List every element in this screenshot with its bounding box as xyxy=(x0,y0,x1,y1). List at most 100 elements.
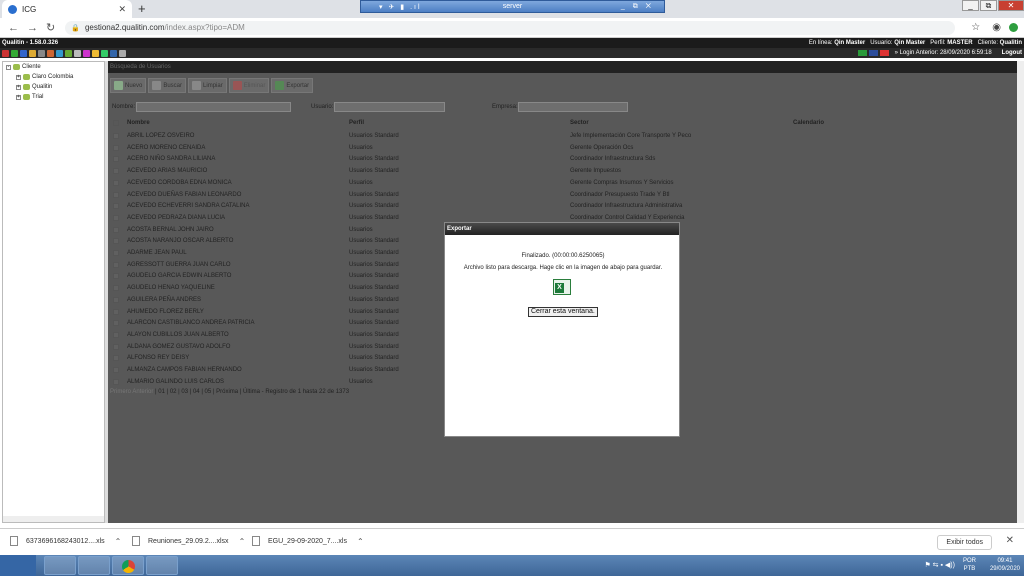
tray-icons[interactable]: ⚑ ⇆ ▪ ◀)) xyxy=(924,561,955,569)
menu-icon[interactable] xyxy=(92,49,99,57)
expand-icon[interactable]: + xyxy=(16,74,21,80)
collapse-icon[interactable]: - xyxy=(6,64,11,70)
row-checkbox[interactable] xyxy=(113,214,119,221)
chevron-up-icon[interactable]: ⌃ xyxy=(115,537,122,546)
row-checkbox[interactable] xyxy=(113,203,119,210)
back-icon[interactable]: ← xyxy=(8,22,19,34)
row-checkbox[interactable] xyxy=(113,273,119,280)
menu-icon[interactable] xyxy=(74,49,81,57)
profile-icon[interactable]: ◉ xyxy=(992,22,1001,33)
chevron-up-icon[interactable]: ⌃ xyxy=(239,537,246,546)
bookmark-star-icon[interactable]: ☆ xyxy=(971,22,980,33)
url-input[interactable]: 🔒 gestiona2.qualitin.com/index.aspx?tipo… xyxy=(65,20,956,35)
download-item[interactable]: Reuniones_29.09.2....xlsx ⌃ xyxy=(132,536,245,546)
table-row[interactable]: ABRIL LOPEZ OSVEIRO Usuarios Standard Jefe… xyxy=(110,131,1015,143)
row-checkbox[interactable] xyxy=(113,355,119,362)
clear-button[interactable]: Limpiar xyxy=(188,78,227,93)
menu-icon[interactable] xyxy=(101,49,108,57)
tab-close-icon[interactable]: ✕ xyxy=(118,4,126,15)
close-dialog-button[interactable]: Cerrar esta ventana. xyxy=(528,307,598,317)
powershell-taskbar-icon[interactable] xyxy=(44,556,76,575)
row-checkbox[interactable] xyxy=(113,168,119,175)
close-downloads-icon[interactable]: ✕ xyxy=(1006,535,1014,546)
nombre-input[interactable] xyxy=(136,102,291,112)
search-button[interactable]: Buscar xyxy=(148,78,187,93)
forward-icon[interactable]: → xyxy=(27,22,38,34)
usuario-input[interactable] xyxy=(334,102,445,112)
col-perfil[interactable]: Perfil xyxy=(349,120,364,126)
explorer-taskbar-icon[interactable] xyxy=(78,556,110,575)
show-all-downloads-button[interactable]: Exibir todos xyxy=(937,535,992,550)
row-checkbox[interactable] xyxy=(113,250,119,256)
tree-node-trial[interactable]: + Trial xyxy=(3,92,104,102)
pager-first[interactable]: Primero xyxy=(110,389,131,395)
tree-node-claro[interactable]: + Claro Colombia xyxy=(3,72,104,82)
table-row[interactable]: ACEVEDO ECHEVERRI SANDRA CATALINA Usuario… xyxy=(110,201,1015,213)
table-row[interactable]: ACERO MORENO CENAIDA Usuarios Gerente Oper… xyxy=(110,143,1015,155)
pager-info[interactable]: Próxima | Última - Registro de 1 hasta 2… xyxy=(216,389,349,395)
row-checkbox[interactable] xyxy=(113,308,119,315)
table-row[interactable]: ACEVEDO DUEÑAS FABIAN LEONARDO Usuarios S… xyxy=(110,190,1015,202)
language-indicator[interactable]: POR xyxy=(963,557,976,565)
delete-button[interactable]: Eliminar xyxy=(228,78,270,93)
menu-icon[interactable] xyxy=(110,49,117,57)
flag-uk-icon[interactable] xyxy=(868,50,878,56)
row-checkbox[interactable] xyxy=(113,179,119,186)
export-button[interactable]: Exportar xyxy=(271,78,314,93)
browser-tab[interactable]: ICG ✕ xyxy=(2,0,132,18)
window-taskbar-icon[interactable] xyxy=(146,556,178,575)
menu-icon[interactable] xyxy=(20,49,27,57)
reload-icon[interactable]: ↻ xyxy=(46,21,55,34)
row-checkbox[interactable] xyxy=(113,367,119,373)
extension-icon[interactable] xyxy=(1008,23,1018,32)
menu-icon[interactable] xyxy=(56,49,63,57)
col-calendario[interactable]: Calendario xyxy=(793,120,824,126)
clock-date[interactable]: 29/09/2020 xyxy=(990,565,1020,573)
row-checkbox[interactable] xyxy=(113,320,119,327)
minimize-button[interactable]: _ xyxy=(962,0,979,11)
flag-br-icon[interactable] xyxy=(857,50,867,56)
flag-es-icon[interactable] xyxy=(879,50,889,56)
menu-icon[interactable] xyxy=(83,49,90,57)
table-row[interactable]: ACERO NIÑO SANDRA LILIANA Usuarios Standa… xyxy=(110,154,1015,166)
table-row[interactable]: ACEVEDO CORDOBA EDNA MONICA Usuarios Geren… xyxy=(110,178,1015,190)
menu-icon[interactable] xyxy=(29,49,36,57)
row-checkbox[interactable] xyxy=(113,191,119,198)
menu-icon[interactable] xyxy=(2,49,9,57)
row-checkbox[interactable] xyxy=(113,331,119,338)
new-button[interactable]: Nuevo xyxy=(110,78,147,93)
menu-icon[interactable] xyxy=(11,49,18,57)
tree-node-qualitin[interactable]: + Qualitin xyxy=(3,82,104,92)
col-nombre[interactable]: Nombre xyxy=(127,120,150,126)
keyboard-layout[interactable]: PTB xyxy=(963,565,976,573)
menu-icon[interactable] xyxy=(65,49,72,57)
clock-time[interactable]: 09:41 xyxy=(990,557,1020,565)
row-checkbox[interactable] xyxy=(113,144,119,151)
restore-button[interactable]: ⧉ xyxy=(980,0,997,11)
empresa-input[interactable] xyxy=(518,102,628,112)
new-tab-button[interactable]: + xyxy=(138,1,146,16)
row-checkbox[interactable] xyxy=(113,378,119,385)
menu-icon[interactable] xyxy=(38,49,45,57)
expand-icon[interactable]: + xyxy=(16,94,21,100)
row-checkbox[interactable] xyxy=(113,343,119,350)
remote-window-icons[interactable]: _ ⧉ ✕ xyxy=(621,3,654,11)
row-checkbox[interactable] xyxy=(113,156,119,163)
menu-icon[interactable] xyxy=(47,49,54,57)
start-button[interactable] xyxy=(0,555,36,576)
row-checkbox[interactable] xyxy=(113,296,119,303)
row-checkbox[interactable] xyxy=(113,133,119,139)
select-all-checkbox[interactable] xyxy=(113,120,119,126)
row-checkbox[interactable] xyxy=(113,226,119,233)
download-item[interactable]: EGU_29-09-2020_7....xls ⌃ xyxy=(252,536,364,546)
excel-download-icon[interactable]: X xyxy=(553,279,571,295)
main-scrollbar[interactable] xyxy=(1017,61,1024,523)
expand-icon[interactable]: + xyxy=(16,84,21,90)
col-sector[interactable]: Sector xyxy=(570,120,589,126)
menu-icon[interactable] xyxy=(119,49,126,57)
pager-prev[interactable]: Anterior xyxy=(132,389,153,395)
chrome-taskbar-icon[interactable] xyxy=(112,556,144,575)
table-row[interactable]: ACEVEDO ARIAS MAURICIO Usuarios Standard G… xyxy=(110,166,1015,178)
logout-link[interactable]: Logout xyxy=(1002,50,1022,56)
pager-pages[interactable]: | 01 | 02 | 03 | 04 | 05 | xyxy=(155,389,214,395)
